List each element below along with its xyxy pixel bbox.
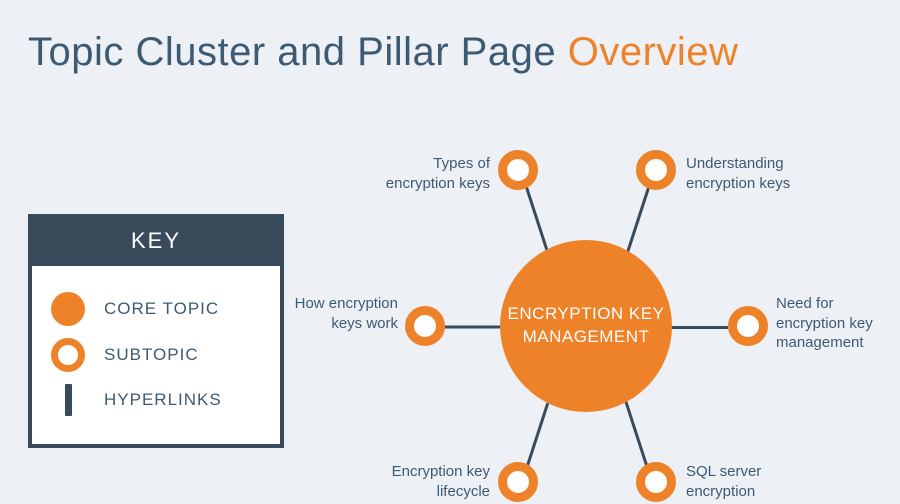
- subtopic-node: [498, 462, 538, 502]
- legend-header: KEY: [32, 218, 280, 266]
- subtopic-icon: [50, 338, 86, 372]
- subtopic-label: Need for encryption key management: [776, 294, 900, 353]
- subtopic-node: [636, 150, 676, 190]
- subtopic-label: SQL server encryption: [686, 462, 806, 501]
- subtopic-label: Encryption key lifecycle: [384, 462, 490, 501]
- title-main: Topic Cluster and Pillar Page: [28, 30, 568, 74]
- core-topic-icon: [50, 292, 86, 326]
- legend-row-core: CORE TOPIC: [50, 292, 262, 326]
- subtopic-label: Understanding encryption keys: [686, 154, 826, 193]
- core-topic-label: ENCRYPTION KEY MANAGEMENT: [500, 303, 672, 349]
- legend-label-hyperlinks: HYPERLINKS: [104, 390, 222, 410]
- subtopic-label: Types of encryption keys: [374, 154, 490, 193]
- hyperlink-spoke: [445, 326, 503, 329]
- legend-label-subtopic: SUBTOPIC: [104, 345, 199, 365]
- hyperlink-icon: [50, 384, 86, 416]
- legend-label-core: CORE TOPIC: [104, 299, 219, 319]
- subtopic-node: [728, 306, 768, 346]
- subtopic-node: [636, 462, 676, 502]
- subtopic-node: [498, 150, 538, 190]
- topic-cluster-diagram: ENCRYPTION KEY MANAGEMENT Types of encry…: [330, 160, 870, 500]
- legend-row-hyperlinks: HYPERLINKS: [50, 384, 262, 416]
- legend-body: CORE TOPIC SUBTOPIC HYPERLINKS: [32, 266, 280, 444]
- legend-row-subtopic: SUBTOPIC: [50, 338, 262, 372]
- core-topic-node: ENCRYPTION KEY MANAGEMENT: [500, 240, 672, 412]
- title-accent: Overview: [568, 30, 739, 74]
- page-title: Topic Cluster and Pillar Page Overview: [28, 30, 738, 75]
- hyperlink-spoke: [670, 326, 728, 329]
- legend-panel: KEY CORE TOPIC SUBTOPIC HYPERLINKS: [28, 214, 284, 448]
- subtopic-node: [405, 306, 445, 346]
- subtopic-label: How encryption keys work: [294, 294, 398, 333]
